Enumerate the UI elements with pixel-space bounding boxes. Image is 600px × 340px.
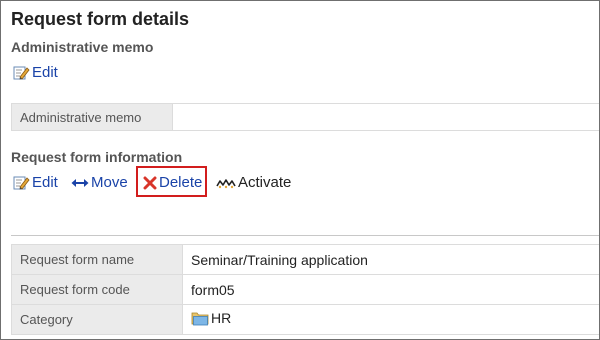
page-title: Request form details	[11, 9, 190, 29]
table-row: Category HR	[11, 304, 599, 335]
admin-memo-section-title: Administrative memo	[11, 39, 154, 55]
move-label: Move	[91, 174, 128, 191]
page-frame: Request form details Administrative memo…	[0, 0, 600, 340]
form-code-label: Request form code	[11, 274, 183, 305]
activate-label: Activate	[238, 174, 292, 191]
edit-icon	[13, 65, 30, 81]
admin-memo-edit-link[interactable]: Edit	[13, 64, 58, 81]
form-edit-link[interactable]: Edit	[13, 174, 58, 191]
admin-memo-label: Administrative memo	[11, 103, 173, 131]
table-row: Request form code form05	[11, 274, 599, 305]
form-edit-label: Edit	[32, 174, 58, 191]
activate-icon	[216, 177, 236, 189]
category-label: Category	[11, 304, 183, 335]
form-code-value: form05	[182, 274, 599, 305]
category-value: HR	[211, 310, 232, 326]
table-row: Request form name Seminar/Training appli…	[11, 244, 599, 275]
form-name-label: Request form name	[11, 244, 183, 275]
form-detail-table: Request form name Seminar/Training appli…	[11, 244, 599, 335]
move-arrows-icon	[71, 177, 89, 189]
admin-memo-edit-label: Edit	[32, 64, 58, 81]
form-info-section-title: Request form information	[11, 149, 183, 165]
admin-memo-table: Administrative memo	[11, 103, 599, 131]
activate-link[interactable]: Activate	[216, 174, 291, 191]
toolbar-divider	[11, 199, 599, 236]
category-value-cell: HR	[182, 304, 599, 335]
move-link[interactable]: Move	[71, 174, 128, 191]
folder-icon	[191, 310, 209, 326]
edit-icon	[13, 175, 30, 191]
delete-label: Delete	[159, 174, 203, 191]
delete-link[interactable]: Delete	[143, 174, 202, 191]
table-row: Administrative memo	[11, 103, 599, 131]
admin-memo-value	[172, 103, 599, 131]
form-name-value: Seminar/Training application	[182, 244, 599, 275]
delete-x-icon	[143, 176, 157, 190]
